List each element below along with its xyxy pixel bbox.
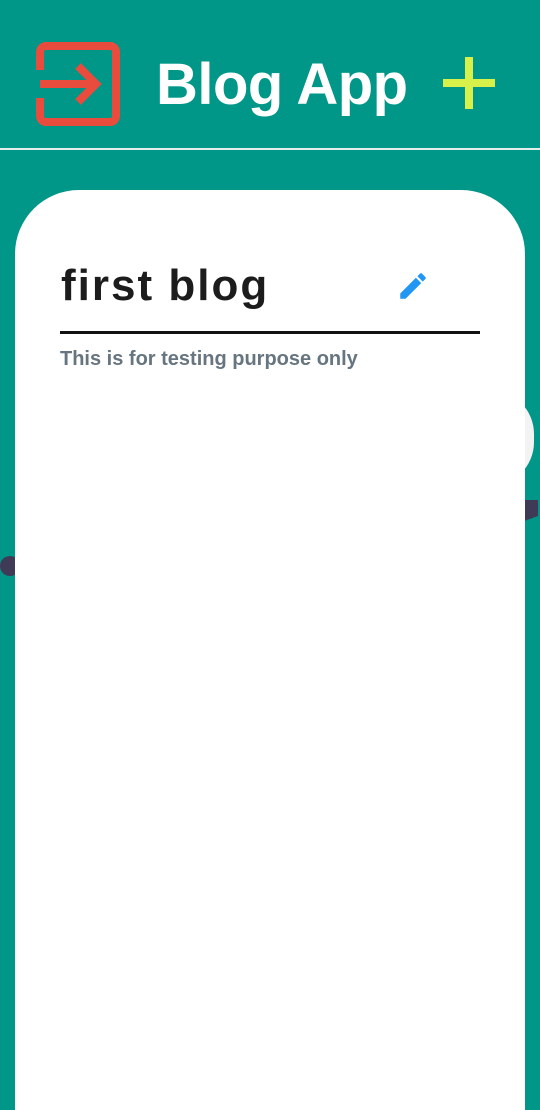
edit-blog-button[interactable]	[393, 266, 433, 306]
blog-description: This is for testing purpose only	[60, 348, 358, 370]
app-bar-divider	[0, 148, 540, 150]
title-divider	[60, 331, 480, 334]
blog-card[interactable]: first blog This is for testing purpose o…	[15, 190, 525, 1110]
exit-to-app-icon	[36, 42, 120, 126]
app-title: Blog App	[156, 52, 408, 117]
app-bar: Blog App	[0, 0, 540, 148]
logout-button[interactable]	[34, 40, 122, 128]
add-blog-button[interactable]	[438, 52, 500, 114]
plus-icon	[443, 57, 495, 109]
pencil-icon	[400, 273, 426, 299]
blog-title: first blog	[61, 261, 270, 310]
